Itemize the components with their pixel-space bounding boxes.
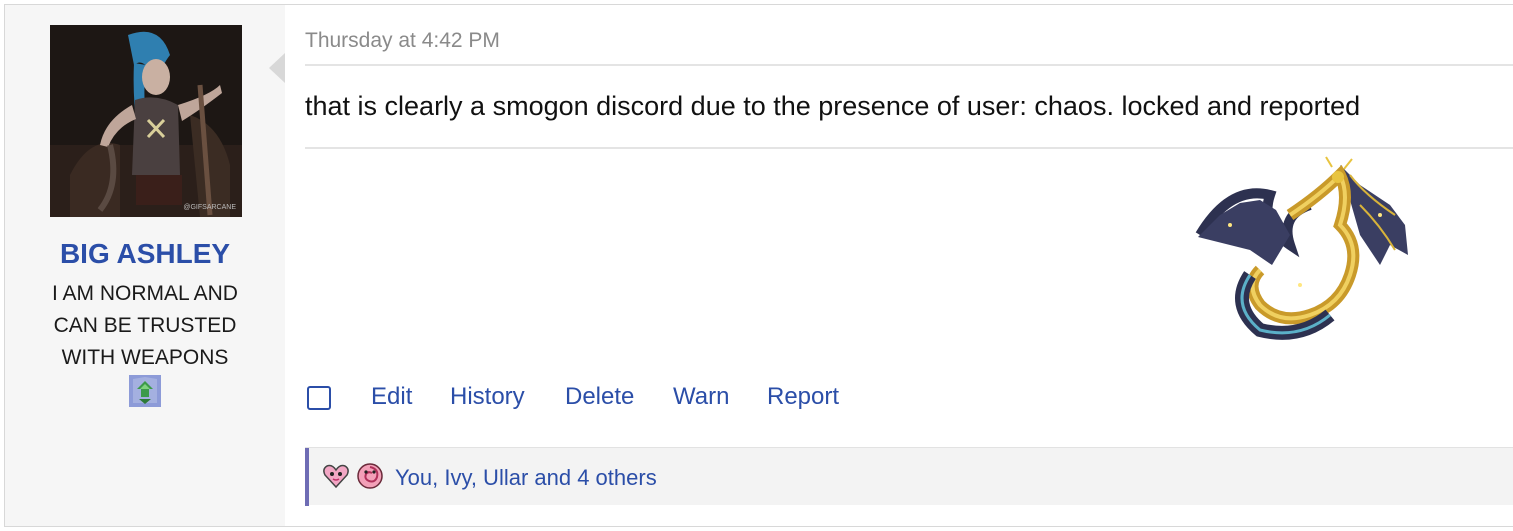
avatar-watermark: @GIFSARCANE: [183, 204, 236, 211]
pink-heart-sprite-icon[interactable]: [321, 461, 351, 491]
edit-link[interactable]: Edit: [371, 383, 412, 411]
pink-swirl-sprite-icon[interactable]: [355, 461, 385, 491]
user-title-line: CAN BE TRUSTED: [53, 314, 237, 337]
post-timestamp[interactable]: Thursday at 4:42 PM: [305, 29, 500, 53]
user-title-line: I AM NORMAL AND: [52, 282, 238, 305]
forum-post: @GIFSARCANE BIG ASHLEY I AM NORMAL AND C…: [4, 4, 1513, 527]
report-link[interactable]: Report: [767, 383, 839, 411]
avatar-image-icon: [50, 25, 242, 217]
reactions-accent-bar: [305, 448, 309, 506]
divider: [305, 64, 1513, 66]
select-post-checkbox[interactable]: [307, 386, 331, 410]
username-link[interactable]: BIG ASHLEY: [5, 238, 285, 270]
user-title-line: WITH WEAPONS: [61, 346, 229, 369]
reactions-summary-link[interactable]: You, Ivy, Ullar and 4 others: [395, 465, 657, 491]
message-pointer: [269, 53, 285, 83]
divider: [305, 147, 1513, 149]
user-info-column: @GIFSARCANE BIG ASHLEY I AM NORMAL AND C…: [5, 5, 285, 526]
reactions-bar: You, Ivy, Ullar and 4 others: [305, 447, 1513, 506]
user-avatar[interactable]: @GIFSARCANE: [50, 25, 242, 217]
warn-link[interactable]: Warn: [673, 383, 729, 411]
message-body: Thursday at 4:42 PM that is clearly a sm…: [285, 5, 1513, 526]
delete-link[interactable]: Delete: [565, 383, 634, 411]
user-title: I AM NORMAL AND CAN BE TRUSTED WITH WEAP…: [30, 278, 260, 374]
message-text: that is clearly a smogon discord due to …: [305, 91, 1361, 121]
green-sprite-badge-icon: [129, 375, 161, 407]
history-link[interactable]: History: [450, 383, 525, 411]
gold-dragon-signature-image: [1190, 155, 1415, 345]
